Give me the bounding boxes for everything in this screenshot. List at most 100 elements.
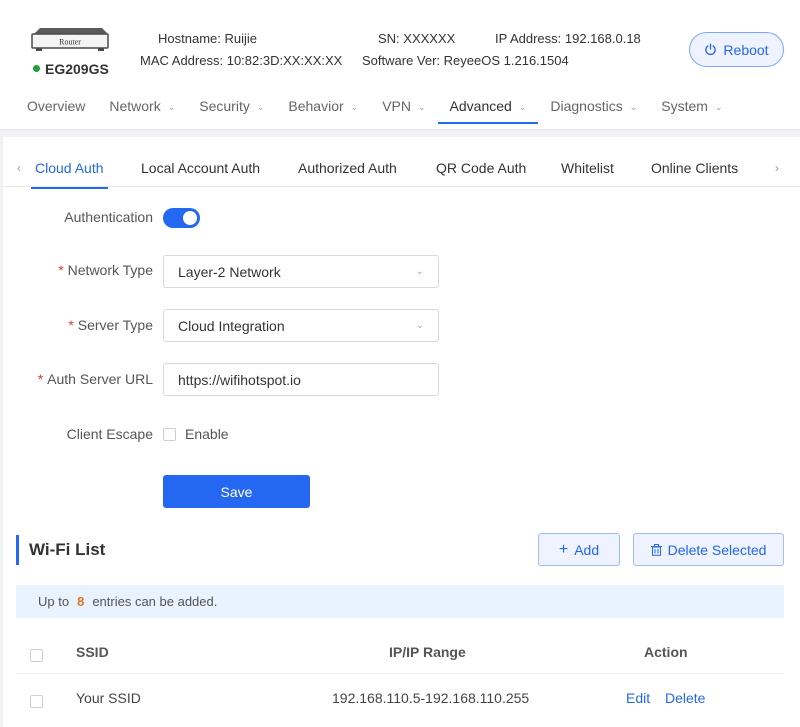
tab-qr-code-auth[interactable]: QR Code Auth: [436, 160, 526, 176]
chevron-down-icon: ⌄: [629, 102, 638, 112]
device-model-name: EG209GS: [45, 61, 109, 77]
router-icon-label: Router: [59, 38, 81, 47]
auth-server-url-input[interactable]: [163, 363, 439, 396]
software-label: Software Ver:: [362, 53, 441, 68]
software-value: ReyeeOS 1.216.1504: [443, 53, 569, 68]
server-type-label-text: Server Type: [77, 317, 153, 333]
authentication-toggle[interactable]: [163, 208, 200, 228]
row-checkbox[interactable]: [30, 692, 43, 708]
nav-overview[interactable]: Overview: [15, 92, 97, 124]
tab-online-clients[interactable]: Online Clients: [651, 160, 738, 176]
ip-value: 192.168.0.18: [564, 31, 641, 46]
nav-overview-label: Overview: [27, 98, 86, 114]
delete-selected-button[interactable]: Delete Selected: [633, 533, 784, 566]
nav-advanced-label: Advanced: [449, 98, 512, 114]
chevron-right-icon[interactable]: ›: [775, 161, 779, 175]
client-escape-label: Client Escape: [66, 426, 153, 442]
select-all-checkbox[interactable]: [30, 646, 43, 662]
chevron-down-icon: ⌄: [418, 102, 426, 112]
online-status-dot: [33, 64, 40, 72]
reboot-button[interactable]: Reboot: [689, 32, 784, 67]
chevron-down-icon: ⌄: [714, 102, 723, 112]
device-model: EG209GS: [33, 61, 109, 77]
nav-vpn[interactable]: VPN ⌄: [370, 92, 437, 124]
table-row: Your SSID 192.168.110.5-192.168.110.255 …: [16, 676, 784, 720]
client-escape-enable-label: Enable: [185, 426, 229, 442]
row-ssid: Your SSID: [76, 690, 141, 706]
network-type-label: * Network Type: [58, 262, 153, 278]
edit-link[interactable]: Edit: [626, 690, 650, 706]
column-action: Action: [644, 644, 688, 660]
add-button[interactable]: + Add: [538, 533, 620, 566]
auth-server-url-label: * Auth Server URL: [38, 371, 153, 387]
server-type-select[interactable]: Cloud Integration ⌄: [163, 309, 439, 342]
nav-diagnostics[interactable]: Diagnostics ⌄: [538, 92, 649, 124]
nav-diagnostics-label: Diagnostics: [550, 98, 623, 114]
router-icon: Router: [30, 26, 110, 52]
main-nav: Overview Network ⌄ Security ⌄ Behavior ⌄ VP…: [15, 92, 735, 124]
server-type-value: Cloud Integration: [178, 317, 285, 334]
nav-security-label: Security: [199, 98, 250, 114]
nav-behavior-label: Behavior: [288, 98, 344, 114]
nav-system-label: System: [661, 98, 708, 114]
add-button-label: Add: [574, 541, 600, 558]
delete-link[interactable]: Delete: [665, 690, 705, 706]
tab-cloud-auth[interactable]: Cloud Auth: [31, 160, 107, 189]
tab-authorized-auth[interactable]: Authorized Auth: [298, 160, 397, 176]
nav-vpn-label: VPN: [382, 98, 411, 114]
reboot-label: Reboot: [723, 41, 769, 58]
wifi-list-title: Wi-Fi List: [16, 535, 105, 565]
chevron-down-icon: ⌄: [350, 102, 359, 112]
notice-prefix: Up to: [38, 594, 70, 609]
column-ssid: SSID: [76, 644, 109, 660]
software-info: Software Ver: ReyeeOS 1.216.1504: [362, 53, 569, 68]
row-ip-range: 192.168.110.5-192.168.110.255: [332, 690, 530, 706]
power-icon: [705, 43, 717, 56]
delete-selected-label: Delete Selected: [667, 541, 767, 558]
tab-whitelist[interactable]: Whitelist: [561, 160, 614, 176]
chevron-down-icon: ⌄: [256, 102, 265, 112]
auth-server-url-label-text: Auth Server URL: [47, 371, 153, 387]
mac-value: 10:82:3D:XX:XX:XX: [226, 53, 343, 68]
mac-label: MAC Address:: [140, 53, 224, 68]
auth-tabs: ‹ Cloud Auth Local Account Auth Authoriz…: [3, 151, 800, 189]
save-button[interactable]: Save: [163, 475, 310, 508]
nav-security[interactable]: Security ⌄: [187, 92, 276, 124]
chevron-down-icon: ⌄: [415, 320, 424, 331]
server-type-label: * Server Type: [68, 317, 153, 333]
required-mark: *: [58, 262, 64, 278]
ip-label: IP Address:: [495, 31, 562, 46]
nav-network-label: Network: [109, 98, 161, 114]
network-type-select[interactable]: Layer-2 Network ⌄: [163, 255, 439, 288]
device-header: Router EG209GS Hostname: Ruijie MAC Addr…: [0, 0, 800, 130]
chevron-down-icon: ⌄: [518, 102, 527, 112]
network-type-label-text: Network Type: [67, 262, 153, 278]
wifi-table-header: SSID IP/IP Range Action: [16, 630, 784, 674]
network-type-value: Layer-2 Network: [178, 263, 281, 280]
nav-behavior[interactable]: Behavior ⌄: [276, 92, 370, 124]
sn-info: SN: XXXXXX: [378, 31, 455, 46]
sn-value: XXXXXX: [403, 31, 456, 46]
chevron-down-icon: ⌄: [415, 266, 424, 277]
entries-notice: Up to 8 entries can be added.: [16, 585, 784, 618]
mac-info: MAC Address: 10:82:3D:XX:XX:XX: [140, 53, 342, 68]
hostname-info: Hostname: Ruijie: [158, 31, 257, 46]
required-mark: *: [37, 371, 44, 387]
trash-icon: [650, 543, 662, 556]
nav-system[interactable]: System ⌄: [649, 92, 734, 124]
authentication-label: Authentication: [64, 209, 153, 225]
nav-advanced[interactable]: Advanced ⌄: [437, 92, 539, 124]
notice-suffix: entries can be added.: [92, 594, 218, 609]
required-mark: *: [68, 317, 74, 333]
nav-network[interactable]: Network ⌄: [97, 92, 187, 124]
hostname-value: Ruijie: [224, 31, 258, 46]
client-escape-checkbox[interactable]: [163, 427, 176, 441]
chevron-left-icon[interactable]: ‹: [17, 161, 21, 175]
plus-icon: +: [558, 540, 569, 558]
column-ip-range: IP/IP Range: [389, 644, 466, 660]
hostname-label: Hostname:: [158, 31, 221, 46]
cloud-auth-panel: ‹ Cloud Auth Local Account Auth Authoriz…: [3, 137, 800, 727]
tab-local-account-auth[interactable]: Local Account Auth: [141, 160, 260, 176]
notice-count: 8: [77, 594, 85, 609]
chevron-down-icon: ⌄: [167, 102, 176, 112]
